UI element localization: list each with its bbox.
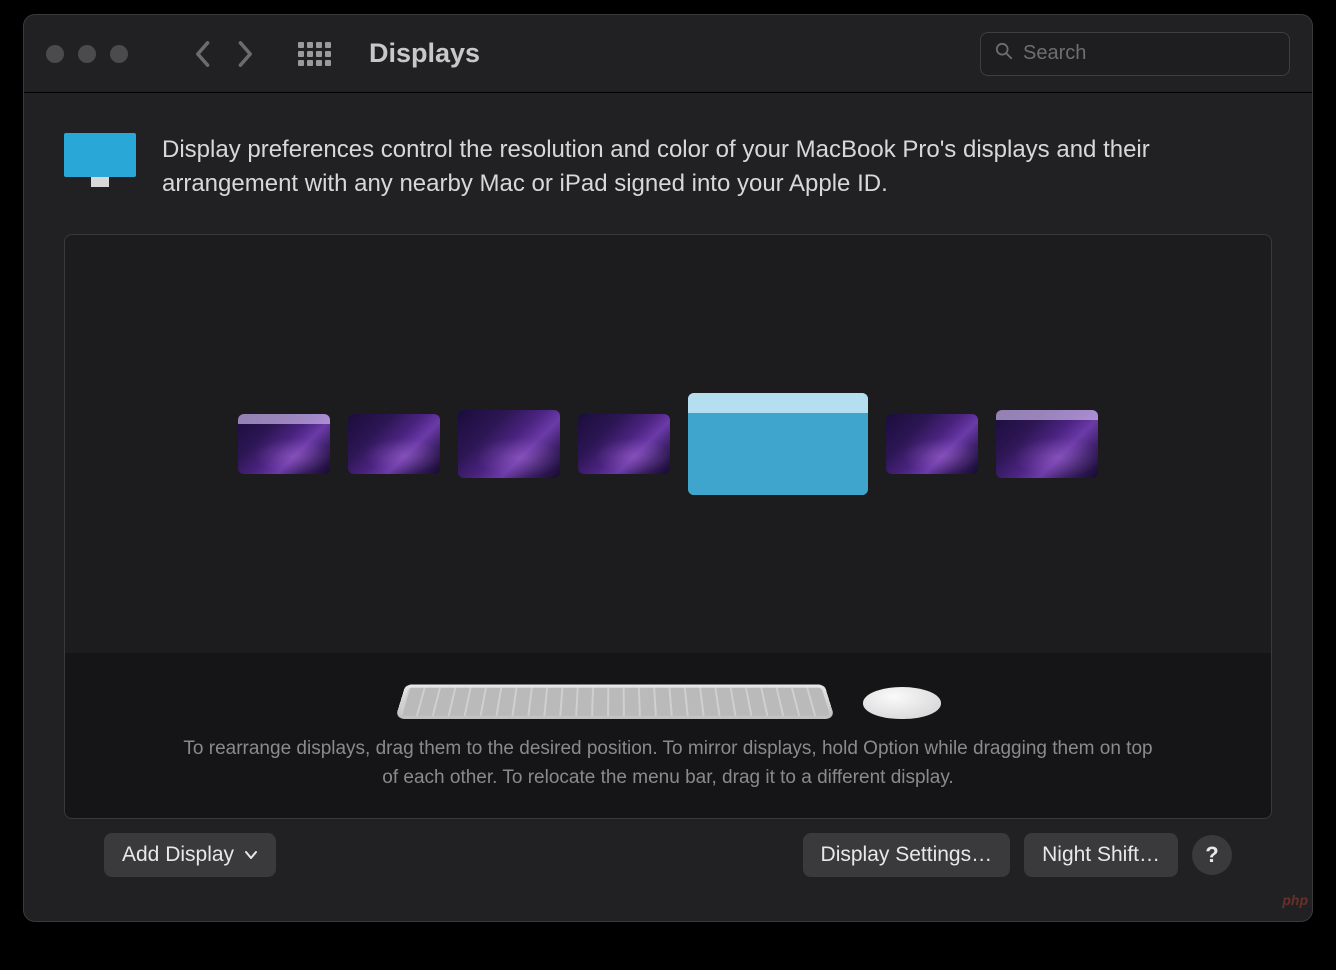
- peripherals-illustration: [395, 675, 941, 719]
- night-shift-label: Night Shift…: [1042, 843, 1160, 867]
- display-thumbnail-2[interactable]: [348, 414, 440, 474]
- chevron-left-icon: [193, 40, 211, 68]
- content-area: Display preferences control the resoluti…: [24, 93, 1312, 921]
- search-field[interactable]: [980, 32, 1290, 76]
- titlebar: Displays: [24, 15, 1312, 93]
- page-title: Displays: [369, 38, 480, 69]
- search-input[interactable]: [1023, 42, 1288, 65]
- watermark: php: [1282, 892, 1308, 908]
- display-thumbnail-4[interactable]: [578, 414, 670, 474]
- nav-controls: [184, 36, 264, 72]
- keyboard-icon: [395, 685, 835, 719]
- description-text: Display preferences control the resoluti…: [162, 133, 1272, 200]
- help-panel: To rearrange displays, drag them to the …: [65, 653, 1271, 818]
- display-thumbnail-3[interactable]: [458, 410, 560, 478]
- display-thumbnail-main[interactable]: [688, 393, 868, 495]
- system-preferences-window: Displays Display preferences control the…: [23, 14, 1313, 922]
- close-window-button[interactable]: [46, 45, 64, 63]
- display-thumbnail-7[interactable]: [996, 410, 1098, 478]
- help-text: To rearrange displays, drag them to the …: [178, 735, 1158, 792]
- footer-buttons: Add Display Display Settings… Night Shif…: [64, 819, 1272, 901]
- window-controls: [46, 45, 128, 63]
- minimize-window-button[interactable]: [78, 45, 96, 63]
- zoom-window-button[interactable]: [110, 45, 128, 63]
- display-icon: [64, 133, 136, 185]
- chevron-down-icon: [244, 847, 258, 863]
- add-display-label: Add Display: [122, 843, 234, 867]
- arrangement-area: To rearrange displays, drag them to the …: [64, 234, 1272, 819]
- night-shift-button[interactable]: Night Shift…: [1024, 833, 1178, 877]
- display-thumbnail-1[interactable]: [238, 414, 330, 474]
- display-thumbnail-6[interactable]: [886, 414, 978, 474]
- search-icon: [995, 42, 1013, 65]
- forward-button[interactable]: [228, 36, 264, 72]
- description-row: Display preferences control the resoluti…: [64, 133, 1272, 200]
- display-settings-button[interactable]: Display Settings…: [803, 833, 1011, 877]
- help-button[interactable]: ?: [1192, 835, 1232, 875]
- add-display-button[interactable]: Add Display: [104, 833, 276, 877]
- back-button[interactable]: [184, 36, 220, 72]
- show-all-button[interactable]: [298, 42, 331, 66]
- mouse-icon: [863, 687, 941, 719]
- display-settings-label: Display Settings…: [821, 843, 993, 867]
- chevron-right-icon: [237, 40, 255, 68]
- displays-canvas[interactable]: [65, 235, 1271, 653]
